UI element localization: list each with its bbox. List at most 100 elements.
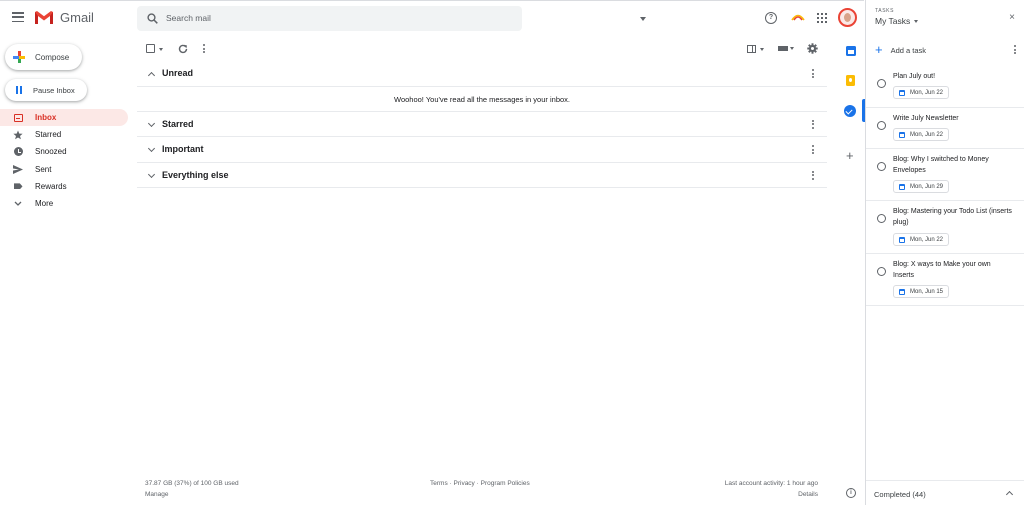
tasks-tab[interactable] xyxy=(836,99,865,122)
completed-label: Completed (44) xyxy=(874,490,926,499)
help-icon[interactable]: ? xyxy=(765,12,777,24)
search-icon[interactable] xyxy=(147,13,158,24)
pause-inbox-button[interactable]: Pause Inbox xyxy=(5,79,87,101)
chevron-down-icon xyxy=(13,199,23,209)
refresh-icon[interactable] xyxy=(178,44,188,54)
task-item[interactable]: Blog: X ways to Make your own Inserts Mo… xyxy=(866,254,1024,306)
calendar-icon[interactable] xyxy=(846,46,856,56)
footer-links: Terms · Privacy · Program Policies xyxy=(430,478,530,489)
section-more-icon[interactable] xyxy=(812,170,814,180)
task-date-label: Mon, Jun 15 xyxy=(910,288,944,295)
section-everything-else[interactable]: Everything else xyxy=(137,163,827,189)
split-pane-chevron-icon[interactable] xyxy=(760,48,764,51)
manage-storage-link[interactable]: Manage xyxy=(145,489,239,500)
task-due-date[interactable]: Mon, Jun 22 xyxy=(893,128,950,141)
mail-toolbar xyxy=(137,37,827,61)
star-icon xyxy=(13,130,23,140)
search-bar[interactable] xyxy=(137,6,646,31)
sidebar-item-rewards[interactable]: Rewards xyxy=(0,178,128,195)
task-complete-checkbox[interactable] xyxy=(877,121,886,130)
expand-chevron-icon[interactable] xyxy=(147,170,156,178)
google-apps-icon[interactable] xyxy=(817,13,827,23)
calendar-mini-icon xyxy=(899,236,905,243)
tasks-header: TASKS My Tasks xyxy=(875,8,919,26)
task-due-date[interactable]: Mon, Jun 15 xyxy=(893,285,950,298)
sidebar-item-starred[interactable]: Starred xyxy=(0,126,128,143)
task-title[interactable]: Plan July out! xyxy=(893,72,1013,83)
activity-details-link[interactable]: Details xyxy=(725,489,818,500)
privacy-link[interactable]: Privacy xyxy=(454,480,475,487)
section-unread[interactable]: Unread xyxy=(137,61,827,87)
task-date-label: Mon, Jun 29 xyxy=(910,183,944,190)
sidebar-item-inbox[interactable]: Inbox xyxy=(0,109,128,127)
settings-gear-icon[interactable] xyxy=(807,43,818,54)
add-task-button[interactable]: + Add a task xyxy=(875,42,1016,58)
sidebar-item-sent[interactable]: Sent xyxy=(0,161,128,178)
section-more-icon[interactable] xyxy=(812,119,814,129)
pause-icon xyxy=(16,86,22,94)
task-due-date[interactable]: Mon, Jun 22 xyxy=(893,233,950,246)
expand-chevron-icon[interactable] xyxy=(147,145,156,153)
app-name: Gmail xyxy=(60,10,94,25)
search-options-icon[interactable] xyxy=(640,17,646,21)
task-due-date[interactable]: Mon, Jun 22 xyxy=(893,86,950,99)
task-list-selector[interactable]: My Tasks xyxy=(875,16,919,26)
sidebar-item-snoozed[interactable]: Snoozed xyxy=(0,143,128,160)
sidebar-item-label: Sent xyxy=(35,164,52,174)
task-item[interactable]: Blog: Mastering your Todo List (inserts … xyxy=(866,201,1024,254)
more-options-icon[interactable] xyxy=(203,44,205,53)
task-date-label: Mon, Jun 22 xyxy=(910,236,944,243)
sidebar-item-label: Snoozed xyxy=(35,147,67,157)
select-options-chevron-icon[interactable] xyxy=(159,48,163,51)
task-complete-checkbox[interactable] xyxy=(877,79,886,88)
terms-link[interactable]: Terms xyxy=(430,480,448,487)
sidebar-item-more[interactable]: More xyxy=(0,195,128,212)
info-icon[interactable]: i xyxy=(846,488,856,498)
account-avatar[interactable] xyxy=(838,8,857,27)
add-task-label: Add a task xyxy=(890,45,927,55)
section-title: Unread xyxy=(162,68,194,79)
section-more-icon[interactable] xyxy=(812,145,814,155)
sync-status-icon[interactable] xyxy=(791,12,805,22)
keep-icon[interactable] xyxy=(846,75,855,86)
program-policies-link[interactable]: Program Policies xyxy=(481,480,530,487)
storage-usage: 37.87 GB (37%) of 100 GB used xyxy=(145,480,239,487)
split-pane-icon[interactable] xyxy=(747,45,756,53)
task-title[interactable]: Blog: Mastering your Todo List (inserts … xyxy=(893,207,1013,228)
main-menu-icon[interactable] xyxy=(12,12,24,22)
task-complete-checkbox[interactable] xyxy=(877,162,886,171)
close-icon[interactable]: × xyxy=(1009,13,1015,23)
account-activity: Last account activity: 1 hour ago Detail… xyxy=(725,478,818,500)
expand-chevron-icon[interactable] xyxy=(147,119,156,127)
task-item[interactable]: Blog: Why I switched to Money Envelopes … xyxy=(866,149,1024,201)
section-important[interactable]: Important xyxy=(137,137,827,163)
task-item[interactable]: Write July Newsletter Mon, Jun 22 xyxy=(866,108,1024,149)
task-complete-checkbox[interactable] xyxy=(877,214,886,223)
input-tools-icon[interactable] xyxy=(778,46,788,51)
task-title[interactable]: Write July Newsletter xyxy=(893,114,1013,125)
task-complete-checkbox[interactable] xyxy=(877,267,886,276)
input-tools-chevron-icon[interactable] xyxy=(790,47,794,50)
select-all-checkbox[interactable] xyxy=(146,44,155,53)
task-title[interactable]: Blog: Why I switched to Money Envelopes xyxy=(893,155,1013,176)
empty-inbox-message: Woohoo! You've read all the messages in … xyxy=(137,87,827,112)
send-icon xyxy=(13,164,23,174)
collapse-chevron-icon[interactable] xyxy=(147,71,156,80)
search-input[interactable] xyxy=(166,13,466,23)
completed-tasks-toggle[interactable]: Completed (44) xyxy=(866,480,1024,505)
label-icon xyxy=(13,181,23,191)
get-addons-icon[interactable]: + xyxy=(846,149,854,162)
task-item[interactable]: Plan July out! Mon, Jun 22 xyxy=(866,66,1024,108)
tasks-more-icon[interactable] xyxy=(1014,45,1016,54)
calendar-mini-icon xyxy=(899,89,905,96)
inbox-sections: Unread Woohoo! You've read all the messa… xyxy=(137,61,827,189)
gmail-logo[interactable]: Gmail xyxy=(34,10,94,25)
section-more-icon[interactable] xyxy=(812,69,814,78)
compose-plus-icon xyxy=(13,51,25,63)
footer-separator: · xyxy=(476,480,479,487)
section-starred[interactable]: Starred xyxy=(137,112,827,138)
task-due-date[interactable]: Mon, Jun 29 xyxy=(893,180,950,193)
sidebar-nav: Inbox Starred Snoozed Sent Rewards More xyxy=(0,109,128,212)
task-title[interactable]: Blog: X ways to Make your own Inserts xyxy=(893,260,1013,281)
compose-button[interactable]: Compose xyxy=(5,44,82,70)
